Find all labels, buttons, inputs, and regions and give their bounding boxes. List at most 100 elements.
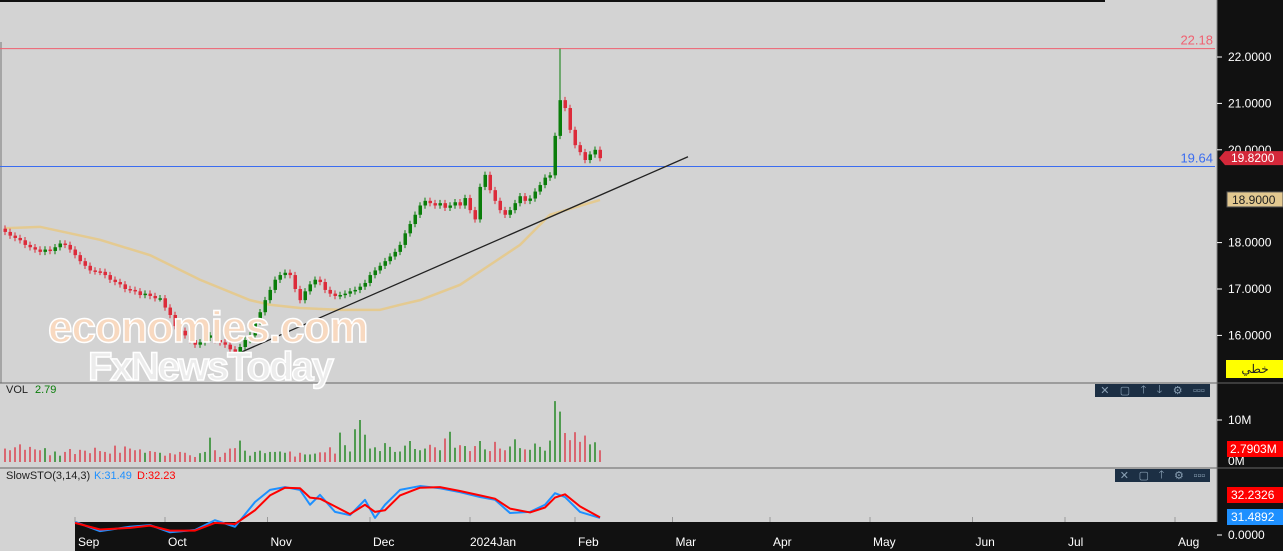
candle-body <box>428 200 432 204</box>
move-down-icon[interactable]: 🡓 <box>1157 381 1163 400</box>
candle-body <box>508 210 512 215</box>
candle-body <box>593 149 597 155</box>
candle-body <box>483 174 487 187</box>
candle-body <box>568 108 572 130</box>
volume-tick-label: 10M <box>1228 413 1251 427</box>
move-up-icon[interactable]: 🡑 <box>1159 466 1165 485</box>
settings-icon[interactable]: ⚙ <box>1173 384 1183 397</box>
candle-body <box>53 247 57 251</box>
stoch-k-tag-value: 31.4892 <box>1231 510 1275 524</box>
candle-body <box>63 243 67 246</box>
line-type-label: خطي <box>1241 362 1268 376</box>
candle-body <box>133 289 137 292</box>
candle-body <box>358 286 362 290</box>
candle-body <box>403 233 407 245</box>
month-label: Feb <box>578 535 599 549</box>
candle-body <box>343 293 347 296</box>
candle-body <box>33 247 37 250</box>
candle-body <box>68 244 72 250</box>
maximize-icon[interactable]: ▢ <box>1120 384 1130 397</box>
candle-body <box>418 205 422 215</box>
candle-body <box>108 275 112 280</box>
candle-body <box>323 282 327 290</box>
candle-body <box>543 177 547 186</box>
candle-body <box>98 271 102 273</box>
candle-body <box>573 129 577 146</box>
candle-body <box>363 282 367 287</box>
candle-body <box>378 265 382 271</box>
top-bar <box>0 0 1105 2</box>
candle-body <box>598 149 602 159</box>
candle-body <box>538 185 542 192</box>
moving-average-line <box>4 198 601 312</box>
maximize-icon[interactable]: ▢ <box>1139 469 1149 482</box>
candle-body <box>463 198 467 206</box>
price-tick-label: 16.0000 <box>1228 328 1272 342</box>
candle-body <box>283 272 287 276</box>
candle-body <box>528 198 532 201</box>
month-label: May <box>873 535 896 549</box>
volume-label: VOL <box>6 384 29 396</box>
candle-body <box>3 228 7 232</box>
candle-body <box>138 291 142 296</box>
candle-body <box>408 224 412 234</box>
candle-body <box>83 261 87 266</box>
candle-body <box>458 202 462 206</box>
candle-body <box>58 243 62 248</box>
candle-body <box>588 154 592 161</box>
candle-body <box>128 289 132 291</box>
more-icon[interactable]: ▫▫▫ <box>1193 385 1205 397</box>
candle-body <box>153 295 157 299</box>
stoch-panel-toolbar: ✕ ▢ 🡑 ⚙ ▫▫▫ <box>1115 469 1210 482</box>
candle-body <box>423 200 427 206</box>
month-label: Nov <box>271 535 292 549</box>
price-chart[interactable]: 22.1819.6422.000021.000020.000018.000017… <box>0 0 1283 551</box>
close-icon[interactable]: ✕ <box>1120 469 1129 482</box>
candle-body <box>333 293 337 296</box>
candle-body <box>328 289 332 294</box>
candle-body <box>78 255 82 262</box>
month-label: Oct <box>168 535 187 549</box>
candle-body <box>298 289 302 301</box>
settings-icon[interactable]: ⚙ <box>1174 469 1184 482</box>
candle-body <box>488 174 492 191</box>
candle-body <box>558 100 562 136</box>
price-tick-label: 17.0000 <box>1228 282 1272 296</box>
candle-body <box>338 295 342 297</box>
candle-body <box>563 100 567 109</box>
candle-body <box>103 271 107 276</box>
month-label: Mar <box>676 535 697 549</box>
candle-body <box>383 261 387 266</box>
candle-body <box>303 291 307 301</box>
candle-body <box>448 205 452 208</box>
candle-body <box>23 240 27 245</box>
candle-body <box>123 284 127 289</box>
candle-body <box>523 196 527 201</box>
candle-body <box>73 249 77 256</box>
month-label: Apr <box>773 535 792 549</box>
candle-body <box>353 289 357 292</box>
candle-body <box>583 152 587 161</box>
candle-body <box>88 265 92 271</box>
volume-value: 2.79 <box>35 384 57 396</box>
candle-body <box>143 293 147 296</box>
close-icon[interactable]: ✕ <box>1100 384 1109 397</box>
candle-body <box>38 249 42 252</box>
month-label: 2024Jan <box>470 535 516 549</box>
candle-body <box>518 196 522 204</box>
candle-body <box>548 175 552 178</box>
candle-body <box>373 270 377 276</box>
candle-body <box>578 145 582 153</box>
candle-body <box>288 272 292 276</box>
candle-body <box>118 282 122 285</box>
more-icon[interactable]: ▫▫▫ <box>1193 470 1205 482</box>
candle-body <box>393 251 397 257</box>
candle-body <box>398 244 402 252</box>
move-up-icon[interactable]: 🡑 <box>1141 381 1147 400</box>
candle-body <box>158 298 162 300</box>
candle-body <box>113 279 117 283</box>
candle-body <box>553 135 557 176</box>
candle-body <box>43 249 47 252</box>
volume-panel-toolbar: ✕ ▢ 🡑 🡓 ⚙ ▫▫▫ <box>1095 384 1210 397</box>
candle-body <box>18 237 22 241</box>
